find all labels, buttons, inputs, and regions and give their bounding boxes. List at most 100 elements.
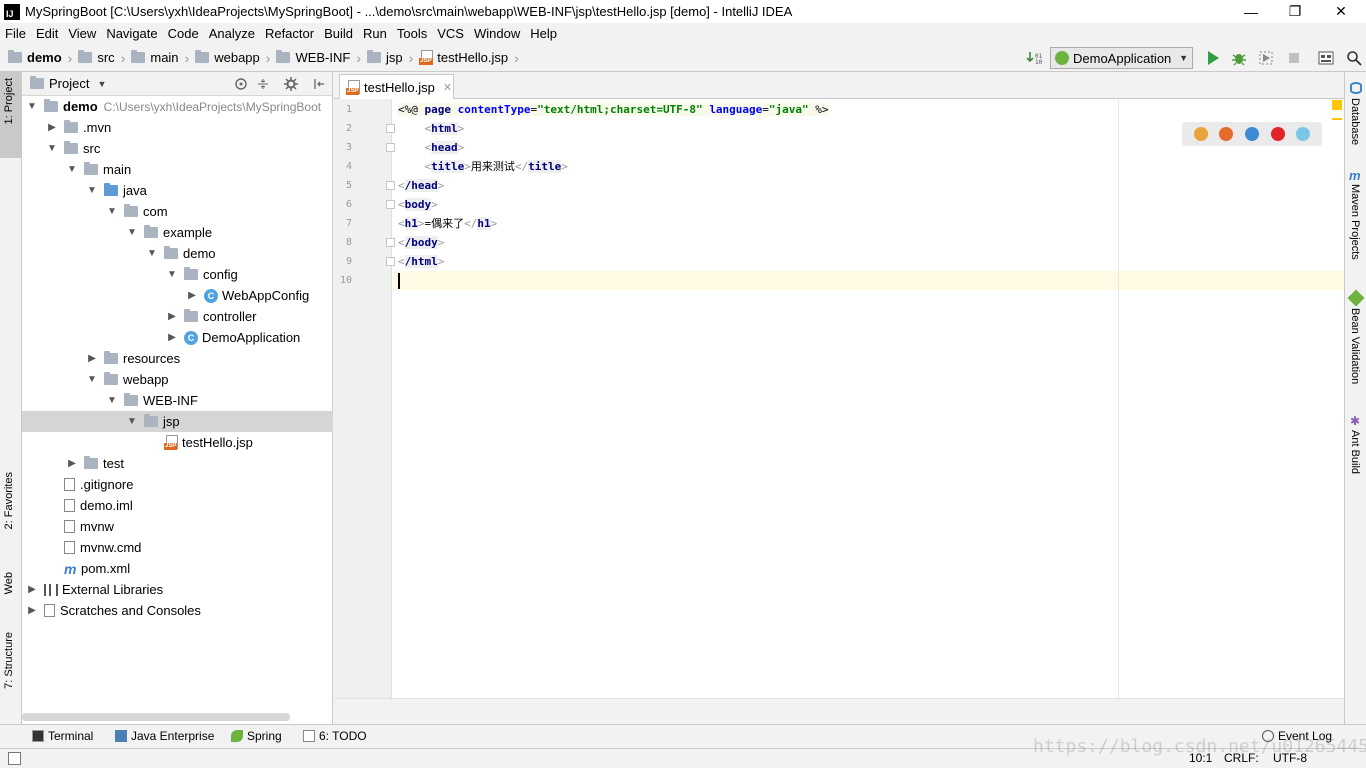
hide-panel-icon[interactable]: [312, 77, 326, 91]
horizontal-scrollbar[interactable]: [22, 713, 290, 721]
tree-item-demo[interactable]: ▼ demo C:\Users\yxh\IdeaProjects\MySpringB…: [22, 96, 333, 117]
expand-arrow-icon[interactable]: ▼: [106, 395, 118, 406]
collapse-arrow-icon[interactable]: ▶: [66, 458, 78, 469]
editor-horizontal-scrollbar[interactable]: [334, 698, 1344, 724]
expand-arrow-icon[interactable]: ▼: [26, 101, 38, 112]
tool-windows-toggle-icon[interactable]: [8, 752, 21, 765]
tree-item-webapp[interactable]: ▼ webapp: [22, 369, 333, 390]
tab-java-enterprise[interactable]: Java Enterprise: [115, 729, 214, 743]
breadcrumb-web-inf[interactable]: WEB-INF ›: [276, 50, 361, 66]
project-structure-icon[interactable]: [1318, 50, 1334, 66]
collapse-arrow-icon[interactable]: ▶: [166, 311, 178, 322]
code-text-area[interactable]: <%@ page contentType="text/html;charset=…: [393, 99, 1344, 698]
expand-arrow-icon[interactable]: ▼: [106, 206, 118, 217]
tab-spring[interactable]: Spring: [231, 729, 282, 743]
tree-item-mvnw-cmd[interactable]: mvnw.cmd: [22, 537, 333, 558]
expand-arrow-icon[interactable]: ▼: [46, 143, 58, 154]
tab-structure[interactable]: 7: Structure: [3, 632, 15, 689]
run-configuration-select[interactable]: DemoApplication ▼: [1050, 47, 1193, 69]
menu-window[interactable]: Window: [474, 26, 520, 41]
breadcrumb-demo[interactable]: demo ›: [8, 50, 72, 66]
menu-run[interactable]: Run: [363, 26, 387, 41]
menu-tools[interactable]: Tools: [397, 26, 427, 41]
collapse-arrow-icon[interactable]: ▶: [86, 353, 98, 364]
menu-refactor[interactable]: Refactor: [265, 26, 314, 41]
menu-build[interactable]: Build: [324, 26, 353, 41]
tree-item-testhello-jsp[interactable]: testHello.jsp: [22, 432, 333, 453]
collapse-arrow-icon[interactable]: ▶: [26, 584, 38, 595]
tree-item-main[interactable]: ▼ main: [22, 159, 333, 180]
chevron-down-icon[interactable]: ▼: [97, 79, 106, 89]
tree-item-jsp[interactable]: ▼ jsp: [22, 411, 333, 432]
tree-item-demo[interactable]: ▼ demo: [22, 243, 333, 264]
gear-icon[interactable]: [284, 77, 298, 91]
tab-testhello-jsp[interactable]: testHello.jsp ✕: [339, 74, 454, 99]
tab-favorites[interactable]: 2: Favorites: [3, 472, 15, 529]
menu-navigate[interactable]: Navigate: [106, 26, 157, 41]
run-with-coverage-icon[interactable]: [1258, 50, 1274, 66]
expand-arrow-icon[interactable]: ▼: [126, 416, 138, 427]
tree-item-demoapplication[interactable]: ▶ C DemoApplication: [22, 327, 333, 348]
tree-item-src[interactable]: ▼ src: [22, 138, 333, 159]
collapse-arrow-icon[interactable]: ▶: [46, 122, 58, 133]
tree-item-com[interactable]: ▼ com: [22, 201, 333, 222]
tree-item-mvn[interactable]: ▶ .mvn: [22, 117, 333, 138]
collapse-arrow-icon[interactable]: ▶: [166, 332, 178, 343]
tree-item-config[interactable]: ▼ config: [22, 264, 333, 285]
scroll-from-source-icon[interactable]: [234, 77, 248, 91]
opera-icon[interactable]: [1270, 127, 1285, 141]
tab-todo[interactable]: 6: TODO: [303, 729, 367, 743]
stop-icon[interactable]: [1286, 50, 1302, 66]
run-icon[interactable]: [1205, 50, 1221, 66]
chrome-icon[interactable]: [1193, 127, 1208, 141]
expand-arrow-icon[interactable]: ▼: [126, 227, 138, 238]
menu-file[interactable]: File: [5, 26, 26, 41]
expand-arrow-icon[interactable]: ▼: [86, 374, 98, 385]
expand-arrow-icon[interactable]: ▼: [86, 185, 98, 196]
tree-item-gitignore[interactable]: .gitignore: [22, 474, 333, 495]
breadcrumb-src[interactable]: src ›: [78, 50, 125, 66]
menu-analyze[interactable]: Analyze: [209, 26, 255, 41]
tree-item-resources[interactable]: ▶ resources: [22, 348, 333, 369]
tree-item-web-inf[interactable]: ▼ WEB-INF: [22, 390, 333, 411]
tab-database[interactable]: Database: [1349, 98, 1361, 145]
breadcrumb-testhello-jsp[interactable]: testHello.jsp›: [419, 50, 519, 66]
close-button[interactable]: ✕: [1318, 0, 1364, 23]
warning-stripe[interactable]: [1332, 118, 1342, 120]
inspection-status-icon[interactable]: [1332, 100, 1342, 110]
menu-help[interactable]: Help: [530, 26, 557, 41]
menu-vcs[interactable]: VCS: [437, 26, 464, 41]
menu-edit[interactable]: Edit: [36, 26, 58, 41]
expand-arrow-icon[interactable]: ▼: [66, 164, 78, 175]
breadcrumb-webapp[interactable]: webapp ›: [195, 50, 270, 66]
close-tab-icon[interactable]: ✕: [443, 81, 452, 94]
tree-item-test[interactable]: ▶ test: [22, 453, 333, 474]
collapse-arrow-icon[interactable]: ▶: [186, 290, 198, 301]
breadcrumb-jsp[interactable]: jsp ›: [367, 50, 413, 66]
tree-item-mvnw[interactable]: mvnw: [22, 516, 333, 537]
tree-item-pom-xml[interactable]: m pom.xml: [22, 558, 333, 579]
tab-project[interactable]: 1: Project: [3, 78, 15, 124]
tree-item-java[interactable]: ▼ java: [22, 180, 333, 201]
search-icon[interactable]: [1346, 50, 1362, 66]
menu-view[interactable]: View: [68, 26, 96, 41]
tree-item-example[interactable]: ▼ example: [22, 222, 333, 243]
debug-icon[interactable]: [1231, 50, 1247, 66]
breadcrumb-main[interactable]: main ›: [131, 50, 189, 66]
project-view-select[interactable]: Project: [49, 76, 89, 91]
tree-item-webappconfig[interactable]: ▶ C WebAppConfig: [22, 285, 333, 306]
tab-terminal[interactable]: Terminal: [32, 729, 93, 743]
tab-bean-validation[interactable]: Bean Validation: [1349, 308, 1361, 384]
expand-arrow-icon[interactable]: ▼: [166, 269, 178, 280]
build-project-icon[interactable]: 0110: [1026, 50, 1042, 66]
tab-maven-projects[interactable]: Maven Projects: [1349, 184, 1361, 260]
maximize-button[interactable]: ❐: [1272, 0, 1318, 23]
minimize-button[interactable]: —: [1228, 0, 1274, 23]
collapse-all-icon[interactable]: [256, 77, 270, 91]
expand-arrow-icon[interactable]: ▼: [146, 248, 158, 259]
tree-item-demo-iml[interactable]: demo.iml: [22, 495, 333, 516]
firefox-icon[interactable]: [1219, 127, 1234, 141]
collapse-arrow-icon[interactable]: ▶: [26, 605, 38, 616]
menu-code[interactable]: Code: [168, 26, 199, 41]
tree-item-external-libraries[interactable]: ▶ External Libraries: [22, 579, 333, 600]
